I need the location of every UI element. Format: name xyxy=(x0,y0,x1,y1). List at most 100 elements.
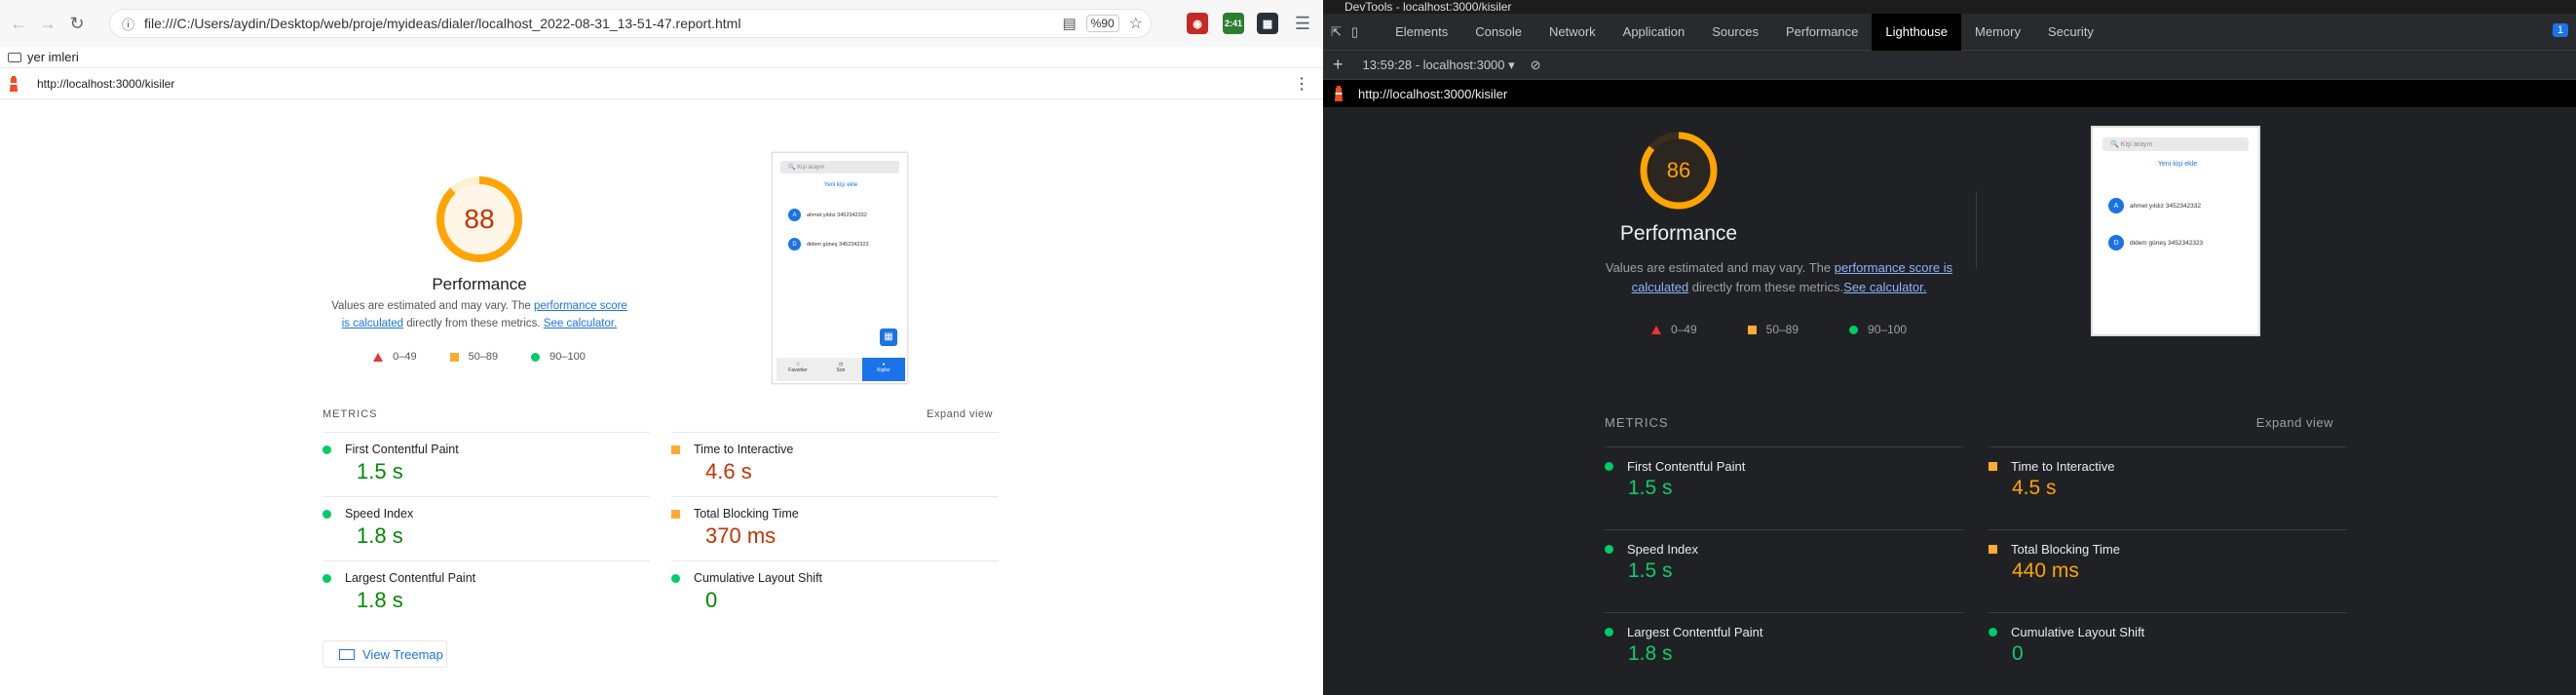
browser-window: ← → ↻ ⓘ file:///C:/Users/aydin/Desktop/w… xyxy=(0,0,1323,695)
clear-reports-icon[interactable]: ⊘ xyxy=(1531,58,1541,73)
legend-average-label: 50–89 xyxy=(1765,323,1799,336)
extensions-puzzle-icon[interactable]: ▦ xyxy=(1257,13,1278,34)
metric-item: Largest Contentful Paint 1.8 s xyxy=(1605,612,1963,695)
metric-title: Total Blocking Time xyxy=(671,507,999,521)
ublock-extension-icon[interactable]: ◉ xyxy=(1187,13,1208,34)
pass-circle-icon xyxy=(322,509,331,519)
view-treemap-button[interactable]: View Treemap xyxy=(322,640,447,668)
tab-memory[interactable]: Memory xyxy=(1961,14,2034,51)
tab-lighthouse[interactable]: Lighthouse xyxy=(1872,13,1962,51)
performance-gauge: 88 Performance xyxy=(314,174,645,294)
metric-item: Time to Interactive 4.6 s xyxy=(671,432,999,496)
metric-value: 1.8 s xyxy=(1628,642,1673,665)
metric-value: 1.5 s xyxy=(1628,477,1673,499)
panel-tabs: Elements Console Network Application Sources… xyxy=(1382,13,2107,51)
tab-network[interactable]: Network xyxy=(1535,14,1610,51)
pass-circle-icon xyxy=(322,573,331,583)
final-screenshot-thumbnail[interactable]: 🔍 Kişi arayın Yeni kişi ekle Aahmet yıld… xyxy=(2091,126,2260,336)
report-select[interactable]: 13:59:28 - localhost:3000 ▾ xyxy=(1363,58,1515,73)
gauge-divider xyxy=(1976,191,1977,269)
window-title: DevTools - localhost:3000/kisiler xyxy=(1345,0,1512,14)
report-url: http://localhost:3000/kisiler xyxy=(37,76,175,91)
metric-title-label: Speed Index xyxy=(1627,542,1699,557)
thumb-tab-label: Son xyxy=(836,367,846,373)
metric-title: Time to Interactive xyxy=(1989,459,2347,474)
tab-elements[interactable]: Elements xyxy=(1382,14,1461,51)
thumb-contact-label: didem güneş 3452342323 xyxy=(2130,239,2204,247)
thumb-tab-label: Favoriler xyxy=(788,367,808,373)
report-topbar-dark: http://localhost:3000/kisiler xyxy=(1323,80,2576,107)
thumb-tab: ☆ Favoriler xyxy=(777,358,819,381)
metric-value: 370 ms xyxy=(705,523,777,548)
issues-badge[interactable]: 1 xyxy=(2552,23,2568,37)
thumb-contact-2: Ddidem güneş 3452342323 xyxy=(788,238,869,251)
fail-triangle-icon xyxy=(1650,325,1661,334)
average-square-icon xyxy=(449,352,459,362)
see-calculator-link[interactable]: See calculator. xyxy=(544,318,617,329)
thumb-tab-label: Kişiler xyxy=(877,367,890,373)
metric-title: Cumulative Layout Shift xyxy=(671,571,999,585)
bookmark-folder[interactable]: yer imleri xyxy=(27,50,79,64)
metric-value: 1.5 s xyxy=(1628,560,1673,582)
score-gauge: 86 xyxy=(1637,129,1721,212)
tab-sources[interactable]: Sources xyxy=(1698,14,1772,51)
browser-toolbar: ← → ↻ ⓘ file:///C:/Users/aydin/Desktop/w… xyxy=(0,0,1323,47)
pass-circle-icon xyxy=(322,444,331,454)
metric-title-label: Time to Interactive xyxy=(694,443,794,456)
description-text: Values are estimated and may vary. The xyxy=(331,300,534,312)
thumb-dialpad-fab-icon: ▦ xyxy=(880,328,897,346)
metric-value: 4.6 s xyxy=(705,459,752,483)
tab-security[interactable]: Security xyxy=(2034,14,2107,51)
expand-view-toggle[interactable]: Expand view xyxy=(927,408,993,420)
metric-item: Speed Index 1.5 s xyxy=(1605,529,1963,612)
address-bar[interactable]: ⓘ file:///C:/Users/aydin/Desktop/web/pro… xyxy=(109,9,1152,38)
reader-view-icon[interactable]: ▤ xyxy=(1062,15,1076,32)
page-info-icon[interactable]: ⓘ xyxy=(122,15,134,33)
bookmark-star-icon[interactable]: ☆ xyxy=(1129,14,1143,33)
thumb-contact-1: Aahmet yıldız 3452342332 xyxy=(2108,198,2201,213)
new-report-plus-icon[interactable]: + xyxy=(1333,55,1344,75)
thumb-add-contact-label: Yeni kişi ekle xyxy=(823,182,858,188)
device-toolbar-icon[interactable]: ▯ xyxy=(1349,14,1366,51)
reload-icon[interactable]: ↻ xyxy=(62,9,92,38)
report-menu-icon[interactable]: ⋮ xyxy=(1294,74,1309,94)
metric-title-label: First Contentful Paint xyxy=(345,443,459,456)
inspect-element-icon[interactable]: ⇱ xyxy=(1323,14,1349,51)
legend-fail-label: 0–49 xyxy=(393,351,417,363)
final-screenshot-thumbnail[interactable]: 🔍 Kişi arayın Yeni kişi ekle Aahmet yıld… xyxy=(772,152,908,384)
address-url[interactable]: file:///C:/Users/aydin/Desktop/web/proje… xyxy=(144,16,740,31)
score-legend: 0–49 50–89 90–100 xyxy=(1601,323,1957,336)
thumb-search-placeholder: Kişi arayın xyxy=(2120,140,2153,148)
metric-title: Largest Contentful Paint xyxy=(1605,625,1963,639)
folder-icon xyxy=(8,52,21,62)
performance-score: 86 xyxy=(1666,158,1691,182)
legend-fail: 0–49 xyxy=(1650,323,1697,336)
score-gauge: 88 xyxy=(434,174,525,265)
tab-console[interactable]: Console xyxy=(1461,14,1535,51)
back-arrow-icon[interactable]: ← xyxy=(4,9,33,38)
pass-circle-icon xyxy=(1605,628,1613,637)
zoom-level[interactable]: %90 xyxy=(1085,15,1119,32)
metric-value: 0 xyxy=(2012,642,2024,665)
report-url: http://localhost:3000/kisiler xyxy=(1358,86,1508,101)
metric-value: 0 xyxy=(705,588,718,612)
tab-application[interactable]: Application xyxy=(1610,14,1699,51)
legend-average-label: 50–89 xyxy=(468,351,499,363)
lighthouse-toolbar: + 13:59:28 - localhost:3000 ▾ ⊘ xyxy=(1323,51,2576,80)
thumb-search-placeholder: Kişi arayın xyxy=(797,164,825,171)
expand-view-toggle[interactable]: Expand view xyxy=(2256,415,2333,430)
report-topbar: http://localhost:3000/kisiler ⋮ xyxy=(0,68,1323,99)
category-title: Performance xyxy=(432,275,527,293)
pass-circle-icon xyxy=(1989,628,1997,637)
metric-title: First Contentful Paint xyxy=(1605,459,1963,474)
forward-arrow-icon[interactable]: → xyxy=(33,9,62,38)
thumb-contact-1: Aahmet yıldız 3452342332 xyxy=(788,209,867,221)
tab-performance[interactable]: Performance xyxy=(1772,14,1872,51)
menu-icon[interactable]: ☰ xyxy=(1288,9,1317,38)
see-calculator-link[interactable]: See calculator. xyxy=(1843,280,1926,294)
metric-value: 4.5 s xyxy=(2012,477,2057,499)
extension-badge[interactable]: 2:41 xyxy=(1223,13,1244,34)
score-legend: 0–49 50–89 90–100 xyxy=(327,351,631,363)
bookmarks-bar: yer imleri xyxy=(0,47,1323,68)
average-square-icon xyxy=(1989,462,1997,471)
